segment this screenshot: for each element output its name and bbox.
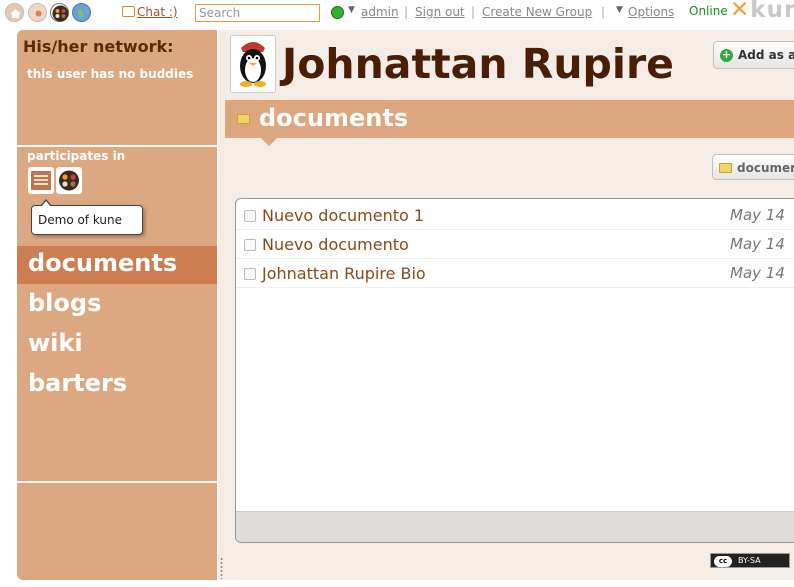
- license-badge[interactable]: cc BY-SA: [710, 553, 790, 568]
- section-title: documents: [259, 104, 409, 132]
- tool-wiki[interactable]: wiki: [17, 326, 217, 364]
- add-icon: +: [720, 48, 733, 62]
- section-pointer-icon: [261, 138, 277, 146]
- group-dots-icon: [59, 170, 79, 191]
- chat-label: Chat :): [137, 5, 178, 19]
- penguin-avatar-icon: [231, 36, 275, 92]
- top-bar: Chat :) ▼ admin | Sign out | Create New …: [0, 0, 794, 26]
- group-logo-2[interactable]: [56, 167, 82, 194]
- section-header: documents: [225, 100, 794, 138]
- sign-out-link[interactable]: Sign out: [415, 5, 465, 19]
- document-title[interactable]: Johnattan Rupire Bio: [262, 264, 426, 283]
- separator: |: [601, 5, 606, 19]
- group-logo-1[interactable]: [28, 167, 54, 194]
- personal-space-icon[interactable]: [28, 3, 47, 22]
- license-label: BY-SA: [738, 556, 761, 565]
- list-item[interactable]: Nuevo documento 1 May 14: [236, 201, 794, 230]
- separator: |: [404, 5, 409, 19]
- divider: [17, 145, 217, 147]
- world-icon[interactable]: [72, 3, 91, 22]
- home-icon[interactable]: [5, 3, 24, 22]
- group-dots-icon[interactable]: [50, 3, 69, 22]
- logo-text: kun: [750, 0, 794, 23]
- select-checkbox[interactable]: [244, 239, 256, 251]
- folder-button[interactable]: documents: [712, 154, 794, 180]
- tool-barters[interactable]: barters: [17, 366, 217, 404]
- tooltip-text: Demo of kune: [38, 213, 123, 227]
- document-icon: [31, 171, 51, 190]
- user-link[interactable]: admin: [361, 5, 399, 19]
- divider: [17, 481, 217, 483]
- tool-blogs[interactable]: blogs: [17, 286, 217, 324]
- splitter-grip-icon[interactable]: [220, 557, 223, 579]
- network-title: His/her network:: [23, 37, 174, 56]
- select-checkbox[interactable]: [244, 268, 256, 280]
- chat-icon: [122, 6, 135, 17]
- folder-button-label: documents: [737, 161, 794, 175]
- logo-x-icon: ✕: [730, 0, 751, 23]
- select-checkbox[interactable]: [244, 210, 256, 222]
- no-buddies-text: this user has no buddies: [27, 67, 194, 81]
- page-title: Johnattan Rupire: [282, 40, 674, 88]
- separator: |: [471, 5, 476, 19]
- user-avatar: [230, 35, 276, 93]
- folder-icon: [237, 114, 250, 124]
- folder-icon: [719, 163, 732, 173]
- online-status-icon[interactable]: [331, 6, 344, 19]
- search-input[interactable]: [195, 4, 320, 22]
- document-date: May 14: [730, 235, 785, 253]
- add-button-label: Add as a b: [738, 48, 794, 62]
- creative-commons-icon: cc: [714, 556, 732, 567]
- chat-link[interactable]: Chat :): [122, 5, 178, 19]
- list-item[interactable]: Nuevo documento May 14: [236, 230, 794, 259]
- kune-logo[interactable]: ✕kun: [730, 0, 794, 23]
- document-date: May 14: [730, 206, 785, 224]
- status-dropdown-icon[interactable]: ▼: [348, 5, 355, 15]
- add-buddy-button[interactable]: + Add as a b: [713, 41, 794, 69]
- list-footer: [236, 511, 794, 542]
- sidebar: His/her network: this user has no buddie…: [17, 30, 217, 580]
- list-item[interactable]: Johnattan Rupire Bio May 14: [236, 259, 794, 288]
- document-title[interactable]: Nuevo documento 1: [262, 206, 424, 225]
- document-date: May 14: [730, 264, 785, 282]
- tool-documents[interactable]: documents: [17, 246, 217, 284]
- splitter[interactable]: [218, 30, 225, 580]
- options-dropdown-icon[interactable]: ▼: [616, 5, 623, 15]
- options-link[interactable]: Options: [628, 5, 674, 19]
- document-list: Nuevo documento 1 May 14 Nuevo documento…: [235, 198, 794, 543]
- online-status-text: Online: [689, 4, 728, 18]
- group-tooltip: Demo of kune: [31, 199, 143, 235]
- main-content: Johnattan Rupire + Add as a b documents d…: [225, 30, 794, 580]
- document-title[interactable]: Nuevo documento: [262, 235, 409, 254]
- create-group-link[interactable]: Create New Group: [482, 5, 592, 19]
- participates-label: participates in: [27, 149, 126, 163]
